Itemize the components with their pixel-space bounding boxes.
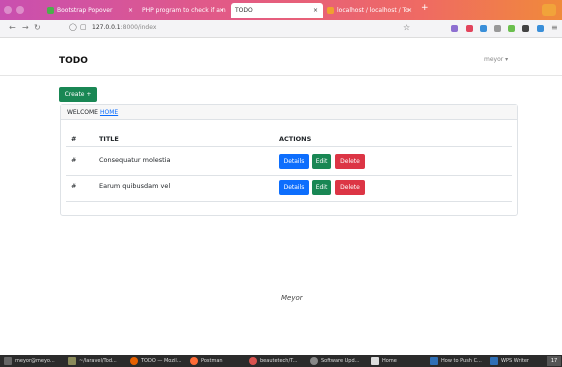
taskbar-label: ~/laravel/Tod... <box>79 358 117 364</box>
forward-icon[interactable]: → <box>22 23 29 32</box>
row-number: # <box>71 182 77 190</box>
taskbar-clock[interactable]: 17 <box>547 356 561 366</box>
extension-icon[interactable] <box>537 25 544 32</box>
user-dropdown[interactable]: meyor ▾ <box>484 56 508 63</box>
taskbar-item-files[interactable]: ~/laravel/Tod... <box>68 356 124 366</box>
os-taskbar: meyor@meyo... ~/laravel/Tod... TODO — Mo… <box>0 355 562 367</box>
tab-localhost[interactable]: localhost / localhost / To <box>327 3 409 18</box>
app-navbar: TODO meyor ▾ <box>0 38 562 76</box>
create-button[interactable]: Create + <box>59 87 97 102</box>
taskbar-label: WPS Writer <box>501 358 529 364</box>
taskbar-item-postman[interactable]: Postman <box>190 356 238 366</box>
taskbar-item-software-updater[interactable]: Software Upd... <box>310 356 366 366</box>
page-info-icon[interactable]: ▢ <box>80 23 87 31</box>
terminal-icon <box>4 357 12 365</box>
tab-label: localhost / localhost / To <box>337 7 409 14</box>
taskbar-label: beautetech/T... <box>260 358 298 364</box>
tab-todo[interactable]: TODO <box>231 3 323 18</box>
wps-writer-icon <box>490 357 498 365</box>
bootstrap-favicon-icon <box>47 7 54 14</box>
close-icon[interactable]: × <box>128 3 136 18</box>
phpmyadmin-favicon-icon <box>327 7 334 14</box>
reload-icon[interactable]: ↻ <box>34 23 41 32</box>
taskbar-label: Software Upd... <box>321 358 360 364</box>
hamburger-menu-icon[interactable]: ≡ <box>551 23 558 32</box>
update-icon <box>310 357 318 365</box>
library-icon[interactable] <box>494 25 501 32</box>
close-icon[interactable]: × <box>407 3 415 18</box>
taskbar-label: Postman <box>201 358 223 364</box>
footer-text: Meyor <box>281 294 303 302</box>
row-title: Consequatur molestia <box>99 156 171 164</box>
bookmark-star-icon[interactable]: ☆ <box>403 23 410 32</box>
extension-icon[interactable] <box>508 25 515 32</box>
browser-icon <box>249 357 257 365</box>
row-number: # <box>71 156 77 164</box>
menu-icon[interactable] <box>4 6 12 14</box>
welcome-text: WELCOME <box>67 108 98 116</box>
folder-icon <box>68 357 76 365</box>
tab-bootstrap-popover[interactable]: Bootstrap Popover <box>47 3 127 18</box>
taskbar-item-browser[interactable]: beautetech/T... <box>249 356 305 366</box>
document-icon <box>430 357 438 365</box>
row-title: Earum quibusdam vel <box>99 182 171 190</box>
pocket-icon[interactable] <box>451 25 458 32</box>
tab-label: TODO <box>235 7 253 14</box>
browser-toolbar: ← → ↻ ◯ ▢ 127.0.0.1:8000/index ☆ ≡ <box>0 20 562 38</box>
taskbar-label: meyor@meyo... <box>15 358 55 364</box>
column-header-title: TITLE <box>99 135 119 143</box>
taskbar-item-how-to-push[interactable]: How to Push C... <box>430 356 488 366</box>
extension-icon[interactable] <box>522 25 529 32</box>
taskbar-item-home[interactable]: Home <box>371 356 423 366</box>
taskbar-item-terminal[interactable]: meyor@meyo... <box>4 356 62 366</box>
todo-card: WELCOME HOME # TITLE ACTIONS # Consequat… <box>60 104 518 216</box>
url-input[interactable]: 127.0.0.1:8000/index <box>92 24 156 31</box>
tab-label: PHP program to check if a n <box>142 7 226 14</box>
row-divider <box>66 201 512 202</box>
taskbar-label: How to Push C... <box>441 358 482 364</box>
taskbar-item-wps-writer[interactable]: WPS Writer <box>490 356 544 366</box>
edit-button[interactable]: Edit <box>312 180 331 195</box>
url-host: 127.0.0.1 <box>92 24 121 31</box>
browser-tab-bar: Bootstrap Popover × PHP program to check… <box>0 0 562 20</box>
firefox-account-icon[interactable] <box>542 4 556 16</box>
extensions-icon[interactable] <box>16 6 24 14</box>
taskbar-item-firefox[interactable]: TODO — Mozil... <box>130 356 186 366</box>
edit-button[interactable]: Edit <box>312 154 331 169</box>
extension-icon[interactable] <box>466 25 473 32</box>
home-link[interactable]: HOME <box>100 109 118 116</box>
tab-php-program[interactable]: PHP program to check if a n <box>142 3 228 18</box>
header-divider <box>66 146 512 147</box>
close-icon[interactable]: × <box>313 3 321 18</box>
home-folder-icon <box>371 357 379 365</box>
url-path: :8000/index <box>120 24 157 31</box>
details-button[interactable]: Details <box>279 154 309 169</box>
back-icon[interactable]: ← <box>9 23 16 32</box>
extension-icon[interactable] <box>480 25 487 32</box>
close-icon[interactable]: × <box>219 3 227 18</box>
taskbar-label: TODO — Mozil... <box>141 358 182 364</box>
card-header: WELCOME HOME <box>61 105 517 120</box>
delete-button[interactable]: Delete <box>335 154 365 169</box>
tab-label: Bootstrap Popover <box>57 7 113 14</box>
column-header-actions: ACTIONS <box>279 135 312 143</box>
chevron-down-icon: ▾ <box>505 56 509 63</box>
column-header-number: # <box>71 135 77 143</box>
new-tab-button[interactable]: + <box>421 3 429 13</box>
details-button[interactable]: Details <box>279 180 309 195</box>
taskbar-label: Home <box>382 358 397 364</box>
shield-icon[interactable]: ◯ <box>69 23 77 31</box>
postman-icon <box>190 357 198 365</box>
firefox-icon <box>130 357 138 365</box>
user-name: meyor <box>484 56 504 63</box>
brand-title[interactable]: TODO <box>59 56 88 66</box>
row-divider <box>66 175 512 176</box>
delete-button[interactable]: Delete <box>335 180 365 195</box>
